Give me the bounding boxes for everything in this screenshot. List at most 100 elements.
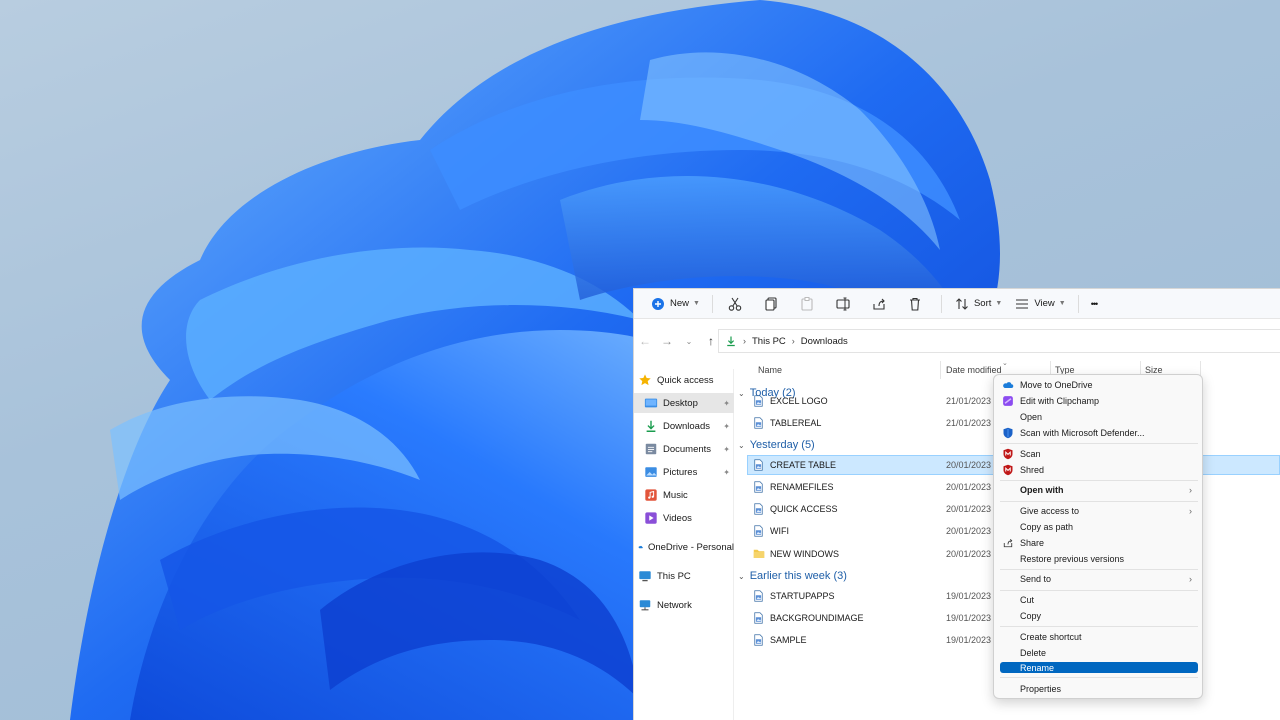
videos-icon	[645, 512, 657, 524]
menu-item-delete[interactable]: Delete	[1000, 646, 1198, 660]
submenu-arrow-icon: ›	[1189, 506, 1192, 516]
menu-item-scan-defender[interactable]: Scan with Microsoft Defender...	[1000, 426, 1198, 440]
sidebar-item-pictures[interactable]: Pictures ✦	[634, 462, 734, 482]
menu-separator	[1000, 501, 1198, 502]
download-icon	[727, 336, 735, 347]
sidebar-item-label: Desktop	[663, 397, 698, 409]
sidebar-item-label: This PC	[657, 570, 691, 582]
share-button[interactable]	[863, 292, 899, 316]
column-divider	[940, 361, 941, 379]
delete-button[interactable]	[899, 292, 935, 316]
menu-item-create-shortcut[interactable]: Create shortcut	[1000, 630, 1198, 644]
breadcrumb-separator-icon: ›	[743, 336, 746, 346]
sidebar-item-desktop[interactable]: Desktop ✦	[634, 393, 734, 413]
cut-button[interactable]	[719, 292, 755, 316]
navigation-bar: ← → ⌄ ↑ › This PC › Downloads	[634, 327, 1280, 355]
column-header-date-modified[interactable]: Date modified	[946, 365, 1002, 375]
back-arrow-icon[interactable]: ←	[634, 334, 656, 348]
paste-icon	[801, 296, 813, 311]
sort-button[interactable]: Sort ▼	[948, 292, 1008, 316]
chevron-down-icon: ▼	[1058, 300, 1066, 307]
file-name: BACKGROUNDIMAGE	[770, 613, 864, 623]
sidebar-item-documents[interactable]: Documents ✦	[634, 439, 734, 459]
column-header-name[interactable]: Name	[758, 365, 782, 375]
view-button[interactable]: View ▼	[1008, 292, 1071, 316]
computer-icon	[639, 571, 651, 582]
rename-icon	[836, 297, 850, 310]
menu-separator	[1000, 480, 1198, 481]
sort-icon	[956, 297, 968, 310]
sort-label: Sort	[973, 298, 992, 309]
pin-icon: ✦	[723, 398, 730, 408]
more-options-button[interactable]: •••	[1085, 292, 1103, 316]
copy-icon	[765, 296, 777, 311]
sidebar-item-network[interactable]: Network	[638, 595, 738, 615]
menu-item-shred[interactable]: Shred	[1000, 463, 1198, 477]
sidebar-item-label: OneDrive - Personal	[647, 541, 734, 553]
menu-item-restore-previous-versions[interactable]: Restore previous versions	[1000, 552, 1198, 566]
menu-item-rename[interactable]: Rename	[1000, 662, 1198, 673]
menu-item-share[interactable]: Share	[1000, 536, 1198, 550]
menu-item-cut[interactable]: Cut	[1000, 593, 1198, 607]
breadcrumb-downloads[interactable]: Downloads	[801, 336, 848, 347]
menu-item-label: Shred	[1020, 465, 1045, 475]
more-icon: •••	[1090, 298, 1099, 309]
collapse-chevron-icon: ⌄	[738, 571, 745, 581]
address-bar[interactable]: › This PC › Downloads	[718, 329, 1280, 353]
menu-item-scan[interactable]: Scan	[1000, 447, 1198, 461]
document-icon	[753, 590, 764, 602]
menu-item-label: Copy	[1020, 611, 1042, 621]
onedrive-icon	[638, 545, 643, 549]
sidebar-item-label: Network	[657, 599, 692, 611]
menu-item-send-to[interactable]: Send to ›	[1000, 572, 1198, 586]
file-name: TABLEREAL	[770, 418, 822, 428]
view-label: View	[1034, 298, 1055, 309]
menu-item-label: Edit with Clipchamp	[1020, 396, 1100, 406]
file-date: 21/01/2023 0	[946, 396, 999, 406]
group-header-earlier-this-week[interactable]: ⌄ Earlier this week (3)	[738, 567, 847, 585]
sidebar-item-label: Documents	[663, 443, 712, 455]
forward-arrow-icon[interactable]: →	[656, 334, 678, 348]
menu-item-label: Open	[1020, 412, 1043, 422]
file-name: QUICK ACCESS	[770, 504, 838, 514]
file-date: 20/01/2023 0	[946, 549, 999, 559]
copy-button[interactable]	[755, 292, 791, 316]
toolbar-divider	[1077, 294, 1079, 313]
file-date: 20/01/2023 2	[946, 504, 999, 514]
recent-chevron-icon[interactable]: ⌄	[678, 337, 700, 346]
sidebar-item-label: Pictures	[663, 466, 698, 478]
rename-button[interactable]	[827, 292, 863, 316]
sidebar-item-videos[interactable]: Videos	[634, 508, 734, 528]
group-header-yesterday[interactable]: ⌄ Yesterday (5)	[738, 436, 815, 454]
toolbar-divider	[711, 294, 713, 313]
document-icon	[753, 481, 764, 493]
sidebar-item-downloads[interactable]: Downloads ✦	[634, 416, 734, 436]
menu-item-label: Share	[1020, 538, 1045, 548]
breadcrumb-this-pc[interactable]: This PC	[752, 336, 786, 347]
file-date: 20/01/2023 2	[946, 526, 999, 536]
file-name: STARTUPAPPS	[770, 591, 835, 601]
menu-item-copy[interactable]: Copy	[1000, 609, 1198, 623]
mcafee-icon	[1003, 448, 1013, 460]
menu-item-edit-with-clipchamp[interactable]: Edit with Clipchamp	[1000, 394, 1198, 408]
sort-chevron-icon: ⌄	[1002, 360, 1008, 367]
sidebar-item-quick-access[interactable]: Quick access	[638, 370, 738, 390]
scissors-icon	[728, 297, 742, 311]
chevron-down-icon: ▼	[693, 300, 700, 307]
menu-item-give-access-to[interactable]: Give access to ›	[1000, 504, 1198, 518]
file-name: EXCEL LOGO	[770, 396, 828, 406]
sidebar-item-onedrive[interactable]: OneDrive - Personal	[638, 537, 734, 557]
pin-icon: ✦	[723, 467, 730, 477]
sidebar-item-this-pc[interactable]: This PC	[638, 566, 738, 586]
menu-item-label: Scan	[1020, 449, 1041, 459]
menu-item-move-to-onedrive[interactable]: Move to OneDrive	[1000, 378, 1198, 392]
file-name: RENAMEFILES	[770, 482, 834, 492]
menu-item-open-with[interactable]: Open with ›	[1000, 483, 1198, 497]
clipchamp-icon	[1003, 396, 1013, 406]
paste-button[interactable]	[791, 292, 827, 316]
menu-item-copy-as-path[interactable]: Copy as path	[1000, 520, 1198, 534]
new-button[interactable]: New ▼	[644, 292, 706, 316]
sidebar-item-music[interactable]: Music	[634, 485, 734, 505]
menu-item-properties[interactable]: Properties	[1000, 682, 1198, 696]
menu-item-open[interactable]: Open	[1000, 410, 1198, 424]
